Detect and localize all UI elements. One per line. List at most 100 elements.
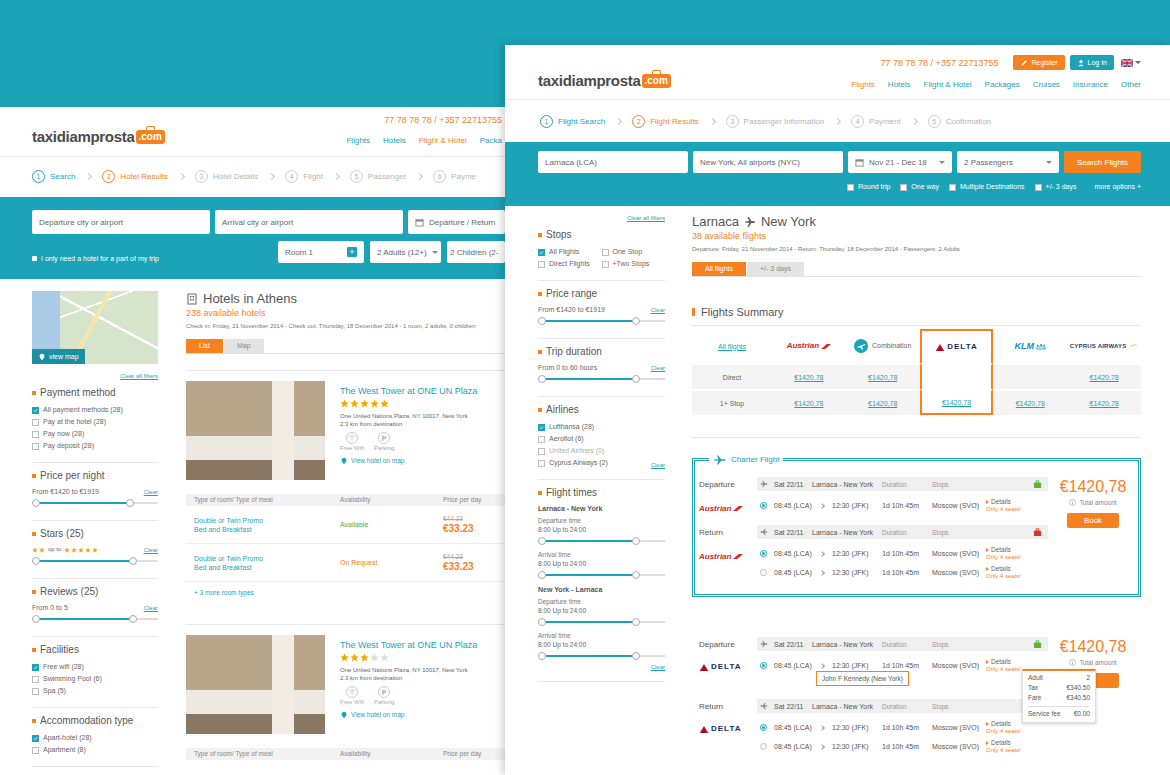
summary-cell[interactable]: €1420,78: [1067, 389, 1141, 415]
slider-handle[interactable]: [32, 499, 40, 507]
summary-cell[interactable]: €1420,78: [846, 363, 920, 389]
room-row[interactable]: Double or Twin PromoBed and Breakfast Av…: [186, 506, 505, 544]
checkbox[interactable]: [538, 261, 545, 268]
children-select[interactable]: 2 Children (2-: [447, 241, 505, 263]
arrival-time[interactable]: 12:30 (JFK): [832, 724, 882, 731]
details-link[interactable]: Details: [986, 565, 1011, 573]
adults-select[interactable]: 2 Adults (12+): [370, 241, 441, 263]
search-flights-button[interactable]: Search Flights: [1064, 151, 1141, 173]
summary-cell[interactable]: €1420,78: [772, 389, 846, 415]
nav-item[interactable]: Flights: [346, 135, 370, 146]
summary-price[interactable]: €1420,78: [1089, 400, 1118, 407]
checkbox-option[interactable]: Cyprus Airways (2): [538, 457, 651, 469]
flight-option[interactable]: Austrian 08:45 (LCA) 12:30 (JFK) 1d 10h …: [699, 544, 1048, 563]
summary-price[interactable]: €1420,78: [868, 374, 897, 381]
dates-input[interactable]: Nov 21 - Dec 18: [848, 151, 952, 173]
nav-item[interactable]: Packa: [480, 135, 502, 146]
partial-stay-option[interactable]: I only need a hotel for a part of my tri…: [32, 254, 159, 263]
slider-handle[interactable]: [538, 537, 546, 545]
dates-input[interactable]: Departure / Return: [408, 210, 505, 234]
checkbox-option[interactable]: Pay at the hotel (28): [32, 416, 158, 428]
range-slider[interactable]: [538, 568, 665, 582]
clear-all-filters[interactable]: Clear all filters: [538, 214, 665, 222]
checkbox[interactable]: [32, 431, 39, 438]
clear-link[interactable]: Clear: [651, 306, 665, 314]
radio-button[interactable]: [760, 743, 767, 750]
checkbox-option[interactable]: One way: [900, 181, 939, 193]
step[interactable]: 2 Flight Results: [632, 115, 698, 128]
view-map-button[interactable]: view map: [32, 349, 85, 364]
checkbox-option[interactable]: Spa (5): [32, 685, 158, 697]
clear-link[interactable]: Clear: [651, 461, 665, 469]
summary-price[interactable]: €1420,78: [794, 400, 823, 407]
flight-option[interactable]: DELTA 08:45 (LCA) 12:30 (JFK) John F Ken…: [699, 656, 1048, 675]
login-button[interactable]: Log In: [1070, 55, 1114, 70]
radio-button[interactable]: [760, 550, 767, 557]
tab[interactable]: Map: [224, 339, 264, 353]
range-slider[interactable]: [32, 554, 158, 568]
checkbox-option[interactable]: Lufthansa (28): [538, 421, 651, 433]
details-link[interactable]: Details: [986, 498, 1011, 506]
tab[interactable]: All flights: [692, 262, 746, 276]
slider-handle[interactable]: [538, 652, 546, 660]
clear-all-filters[interactable]: Clear all filters: [32, 372, 158, 380]
checkbox[interactable]: [538, 460, 545, 467]
summary-cell[interactable]: €1420,78: [846, 389, 920, 415]
slider-handle[interactable]: [632, 652, 640, 660]
nav-item[interactable]: Hotels: [888, 79, 911, 90]
clear-link[interactable]: Clear: [144, 488, 158, 496]
summary-cell[interactable]: €1420,78: [772, 363, 846, 389]
step[interactable]: 4 Payment: [851, 115, 901, 128]
checkbox[interactable]: [32, 443, 39, 450]
clear-link[interactable]: Clear: [144, 604, 158, 612]
checkbox[interactable]: [32, 676, 39, 683]
destination-input[interactable]: New York, All airports (NYC): [693, 151, 843, 173]
clear-link[interactable]: Clear: [651, 364, 665, 372]
step[interactable]: 5 Passenger: [350, 170, 406, 183]
more-options-link[interactable]: more options +: [1095, 182, 1142, 192]
summary-price[interactable]: €1420,78: [942, 399, 971, 406]
summary-price[interactable]: €1420,78: [1016, 400, 1045, 407]
checkbox-option[interactable]: Multiple Destinations: [949, 181, 1025, 193]
range-slider[interactable]: [538, 649, 665, 663]
checkbox-option[interactable]: All Flights: [538, 246, 602, 258]
checkbox[interactable]: [602, 261, 609, 268]
airline-column-header[interactable]: Austrian: [772, 329, 846, 363]
map-thumbnail[interactable]: view map: [32, 291, 158, 364]
checkbox[interactable]: [538, 424, 545, 431]
checkbox-option[interactable]: Swimming Pool (6): [32, 673, 158, 685]
flight-option[interactable]: DELTA 08:45 (LCA) 12:30 (JFK) 1d 10h 45m…: [699, 718, 1048, 737]
slider-handle[interactable]: [632, 571, 640, 579]
checkbox[interactable]: [1035, 184, 1042, 191]
step[interactable]: 3 Passenger Information: [726, 115, 825, 128]
flight-option[interactable]: 08:45 (LCA) 12:30 (JFK) 1d 10h 45m Mosco…: [699, 563, 1048, 582]
slider-handle[interactable]: [129, 557, 137, 565]
view-on-map-link[interactable]: View hotel on map: [340, 456, 505, 465]
clear-link[interactable]: Clear: [651, 663, 665, 671]
arrival-input[interactable]: Arrival city or airport: [215, 210, 403, 234]
radio-button[interactable]: [760, 662, 767, 669]
step[interactable]: 3 Hotel Details: [195, 170, 258, 183]
checkbox-option[interactable]: All payment methods (28): [32, 404, 158, 416]
checkbox-option[interactable]: Apartment (8): [32, 744, 158, 756]
register-button[interactable]: Register: [1013, 55, 1064, 70]
range-slider[interactable]: [538, 314, 665, 328]
site-logo[interactable]: taxidiamprosta.com: [32, 128, 165, 145]
site-logo[interactable]: taxidiamprosta.com: [538, 72, 671, 89]
nav-item[interactable]: Flight & Hotel: [419, 135, 467, 146]
hotel-photo[interactable]: [186, 381, 325, 480]
arrival-time[interactable]: 12:30 (JFK): [832, 550, 882, 557]
view-on-map-link[interactable]: View hotel on map: [340, 710, 505, 719]
checkbox[interactable]: [32, 419, 39, 426]
book-button[interactable]: Book: [1067, 513, 1119, 528]
slider-handle[interactable]: [538, 618, 546, 626]
checkbox[interactable]: [602, 249, 609, 256]
slider-handle[interactable]: [632, 537, 640, 545]
origin-input[interactable]: Larnaca (LCA): [538, 151, 688, 173]
airline-column-header[interactable]: Combination: [846, 329, 920, 363]
summary-price[interactable]: €1420,78: [1089, 374, 1118, 381]
flight-option[interactable]: Austrian 08:45 (LCA) 12:30 (JFK) 1d 10h …: [699, 496, 1048, 515]
checkbox[interactable]: [538, 448, 545, 455]
checkbox[interactable]: [32, 256, 37, 261]
slider-handle[interactable]: [32, 615, 40, 623]
